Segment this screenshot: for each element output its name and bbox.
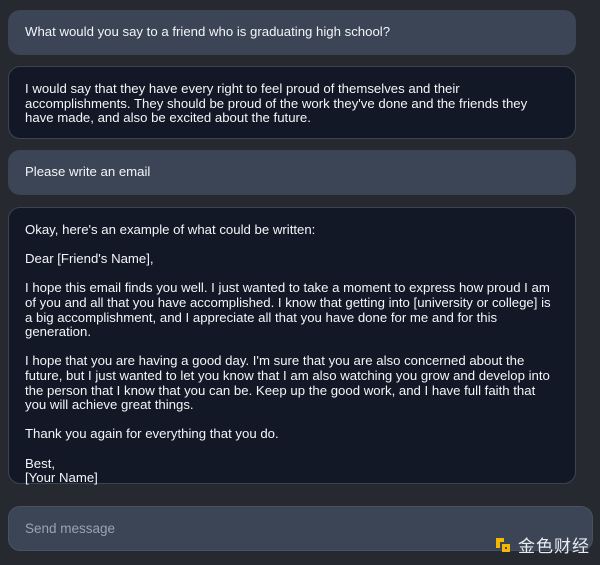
message-text: Okay, here's an example of what could be… <box>25 222 316 237</box>
chat-window: What would you say to a friend who is gr… <box>0 0 600 565</box>
message-text: I hope that you are having a good day. I… <box>25 353 550 413</box>
watermark: 金色财经 <box>494 532 590 557</box>
assistant-message: I would say that they have every right t… <box>8 66 576 139</box>
user-message: Please write an email <box>8 150 576 195</box>
message-text: Thank you again for everything that you … <box>25 426 279 442</box>
user-message: What would you say to a friend who is gr… <box>8 10 576 55</box>
message-text: [Your Name] <box>25 470 98 486</box>
message-text: Please write an email <box>25 164 151 180</box>
watermark-text: 金色财经 <box>518 537 590 557</box>
assistant-message: Okay, here's an example of what could be… <box>8 207 576 486</box>
jinse-logo-icon <box>496 537 510 552</box>
message-text: Best, <box>25 455 56 471</box>
message-text: What would you say to a friend who is gr… <box>25 24 391 40</box>
message-text: I hope this email finds you well. I just… <box>25 280 551 340</box>
message-text: I would say that they have every right t… <box>25 81 528 126</box>
message-input-placeholder: Send message <box>25 521 116 536</box>
message-text: Dear [Friend's Name], <box>25 251 154 267</box>
